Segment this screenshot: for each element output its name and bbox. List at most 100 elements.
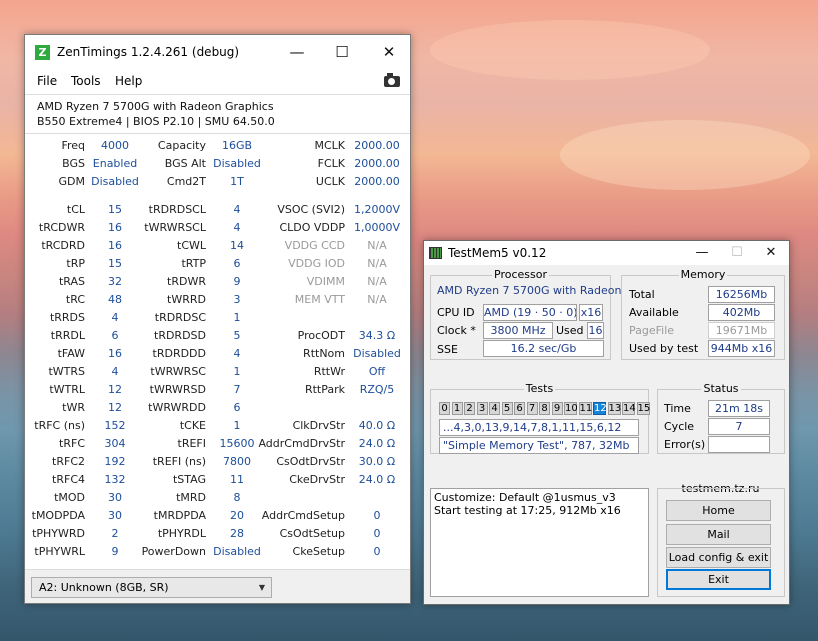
errors-value bbox=[708, 436, 770, 453]
test-indicator: 9 bbox=[551, 402, 563, 415]
log-output[interactable]: Customize: Default @1usmus_v3 Start test… bbox=[430, 488, 649, 597]
title-bar[interactable]: Z ZenTimings 1.2.4.261 (debug) — ☐ ✕ bbox=[25, 35, 410, 68]
timing-value: 6 bbox=[233, 257, 241, 270]
timing-label: tFAW bbox=[57, 347, 85, 360]
timing-value: 3 bbox=[233, 293, 241, 306]
group-title: Tests bbox=[523, 382, 556, 395]
timings-row: tCL 15 tRDRDSCL 4 VSOC (SVI2) 1,2000V bbox=[25, 203, 410, 221]
timing-value: 6 bbox=[233, 401, 241, 414]
timing-label: tRDRDSD bbox=[154, 329, 206, 342]
minimize-button[interactable]: — bbox=[277, 39, 317, 65]
timing-value: 16GB bbox=[221, 139, 253, 152]
test-sequence: ...4,3,0,13,9,14,7,8,1,11,15,6,12 bbox=[439, 419, 639, 436]
close-button[interactable]: ✕ bbox=[369, 39, 409, 65]
timings-row: tRFC 304 tREFI 15600 AddrCmdDrvStr 24.0 Ω bbox=[25, 437, 410, 455]
timing-value: N/A bbox=[367, 293, 387, 306]
timing-label: tREFI (ns) bbox=[152, 455, 206, 468]
footer: A2: Unknown (8GB, SR) ▼ bbox=[25, 569, 410, 603]
timing-label: ProcODT bbox=[297, 329, 345, 342]
timing-label: tRFC2 bbox=[52, 455, 85, 468]
menu-file[interactable]: File bbox=[37, 74, 57, 88]
test-indicator: 14 bbox=[622, 402, 636, 415]
timing-value: 32 bbox=[108, 275, 122, 288]
timing-value: 16 bbox=[108, 347, 122, 360]
test-indicator: 4 bbox=[489, 402, 500, 415]
test-indicator: 2 bbox=[464, 402, 475, 415]
timing-label: UCLK bbox=[315, 175, 345, 188]
timing-value: 0 bbox=[373, 527, 381, 540]
sse-value: 16.2 sec/Gb bbox=[483, 340, 604, 357]
timing-value: 6 bbox=[111, 329, 119, 342]
minimize-button[interactable]: — bbox=[685, 241, 719, 265]
thread-count: x16 bbox=[579, 304, 603, 321]
exit-button[interactable]: Exit bbox=[666, 569, 771, 590]
timing-value: 1 bbox=[233, 311, 241, 324]
mail-button[interactable]: Mail bbox=[666, 524, 771, 545]
timing-value: 2000.00 bbox=[354, 157, 400, 170]
timing-value: 1,2000V bbox=[353, 203, 400, 216]
timing-label: CLDO VDDP bbox=[279, 221, 345, 234]
timing-value: 48 bbox=[108, 293, 122, 306]
timings-row: tRFC4 132 tSTAG 11 CkeDrvStr 24.0 Ω bbox=[25, 473, 410, 491]
timing-label: CkeDrvStr bbox=[289, 473, 345, 486]
timing-label: CsOdtSetup bbox=[279, 527, 345, 540]
timing-value: 30 bbox=[108, 509, 122, 522]
timing-value: N/A bbox=[367, 275, 387, 288]
status-group: Status Time 21m 18s Cycle 7 Error(s) bbox=[657, 382, 785, 454]
window-title: ZenTimings 1.2.4.261 (debug) bbox=[57, 45, 240, 59]
menu-help[interactable]: Help bbox=[115, 74, 142, 88]
timing-value: 152 bbox=[104, 419, 126, 432]
timing-value: 304 bbox=[104, 437, 126, 450]
sse-label: SSE bbox=[437, 343, 458, 356]
cycle-value: 7 bbox=[708, 418, 770, 435]
timing-value: 1T bbox=[230, 175, 244, 188]
timing-label: tRFC4 bbox=[52, 473, 85, 486]
timing-label: tSTAG bbox=[172, 473, 206, 486]
timings-row: tWTRS 4 tWRWRSC 1 RttWr Off bbox=[25, 365, 410, 383]
current-test: "Simple Memory Test", 787, 32Mb bbox=[439, 437, 639, 454]
timing-value: 11 bbox=[230, 473, 244, 486]
home-button[interactable]: Home bbox=[666, 500, 771, 521]
timing-value: Disabled bbox=[213, 545, 261, 558]
timing-label: VDDG IOD bbox=[288, 257, 345, 270]
load-config-exit-button[interactable]: Load config & exit bbox=[666, 547, 771, 568]
timing-label: RttNom bbox=[303, 347, 345, 360]
test-indicator: 11 bbox=[578, 402, 593, 415]
title-bar[interactable]: TestMem5 v0.12 — ☐ ✕ bbox=[424, 241, 789, 265]
time-label: Time bbox=[664, 402, 691, 415]
timing-label: PowerDown bbox=[141, 545, 206, 558]
timing-label: tRDRDDD bbox=[152, 347, 206, 360]
background-cloud bbox=[430, 20, 710, 80]
menu-bar: File Tools Help bbox=[25, 71, 410, 91]
timing-label: tWRWRSC bbox=[150, 365, 206, 378]
close-button[interactable]: ✕ bbox=[754, 241, 788, 265]
timing-label: tRC bbox=[65, 293, 85, 306]
timing-label: CkeSetup bbox=[292, 545, 345, 558]
cpu-id-value: AMD (19 · 50 · 0) bbox=[483, 304, 577, 321]
test-indicators: 0 1 2 3 4 5 6 7 8 9 10 11 12 13 14 15 bbox=[439, 402, 650, 416]
used-threads: 16 bbox=[587, 322, 604, 339]
timings-row: tRFC (ns) 152 tCKE 1 ClkDrvStr 40.0 Ω bbox=[25, 419, 410, 437]
camera-icon[interactable] bbox=[384, 73, 400, 87]
timing-label: tREFI bbox=[177, 437, 206, 450]
maximize-button[interactable]: ☐ bbox=[322, 39, 362, 65]
pagefile-value: 19671Mb bbox=[708, 322, 775, 339]
timing-label: BGS bbox=[62, 157, 85, 170]
menu-tools[interactable]: Tools bbox=[71, 74, 101, 88]
timing-value: 16 bbox=[108, 221, 122, 234]
tests-group: Tests 0 1 2 3 4 5 6 7 8 9 10 11 12 13 14 15 ...4,3,0,13… bbox=[430, 382, 650, 454]
timing-value: 1 bbox=[233, 365, 241, 378]
timing-label: tWRWRDD bbox=[148, 401, 206, 414]
background-cloud bbox=[560, 120, 810, 190]
timing-label: tPHYWRD bbox=[32, 527, 85, 540]
dimm-select[interactable]: A2: Unknown (8GB, SR) ▼ bbox=[31, 577, 272, 598]
available-value: 402Mb bbox=[708, 304, 775, 321]
total-label: Total bbox=[629, 288, 655, 301]
processor-group: Processor AMD Ryzen 7 5700G with Radeon … bbox=[430, 268, 621, 360]
cpu-id-label: CPU ID bbox=[437, 306, 475, 319]
timings-row: BGS Enabled BGS Alt Disabled FCLK 2000.00 bbox=[25, 157, 410, 175]
timing-label: tWRRD bbox=[167, 293, 206, 306]
timing-value: 4 bbox=[233, 347, 241, 360]
clock-value: 3800 MHz bbox=[483, 322, 553, 339]
time-value: 21m 18s bbox=[708, 400, 770, 417]
